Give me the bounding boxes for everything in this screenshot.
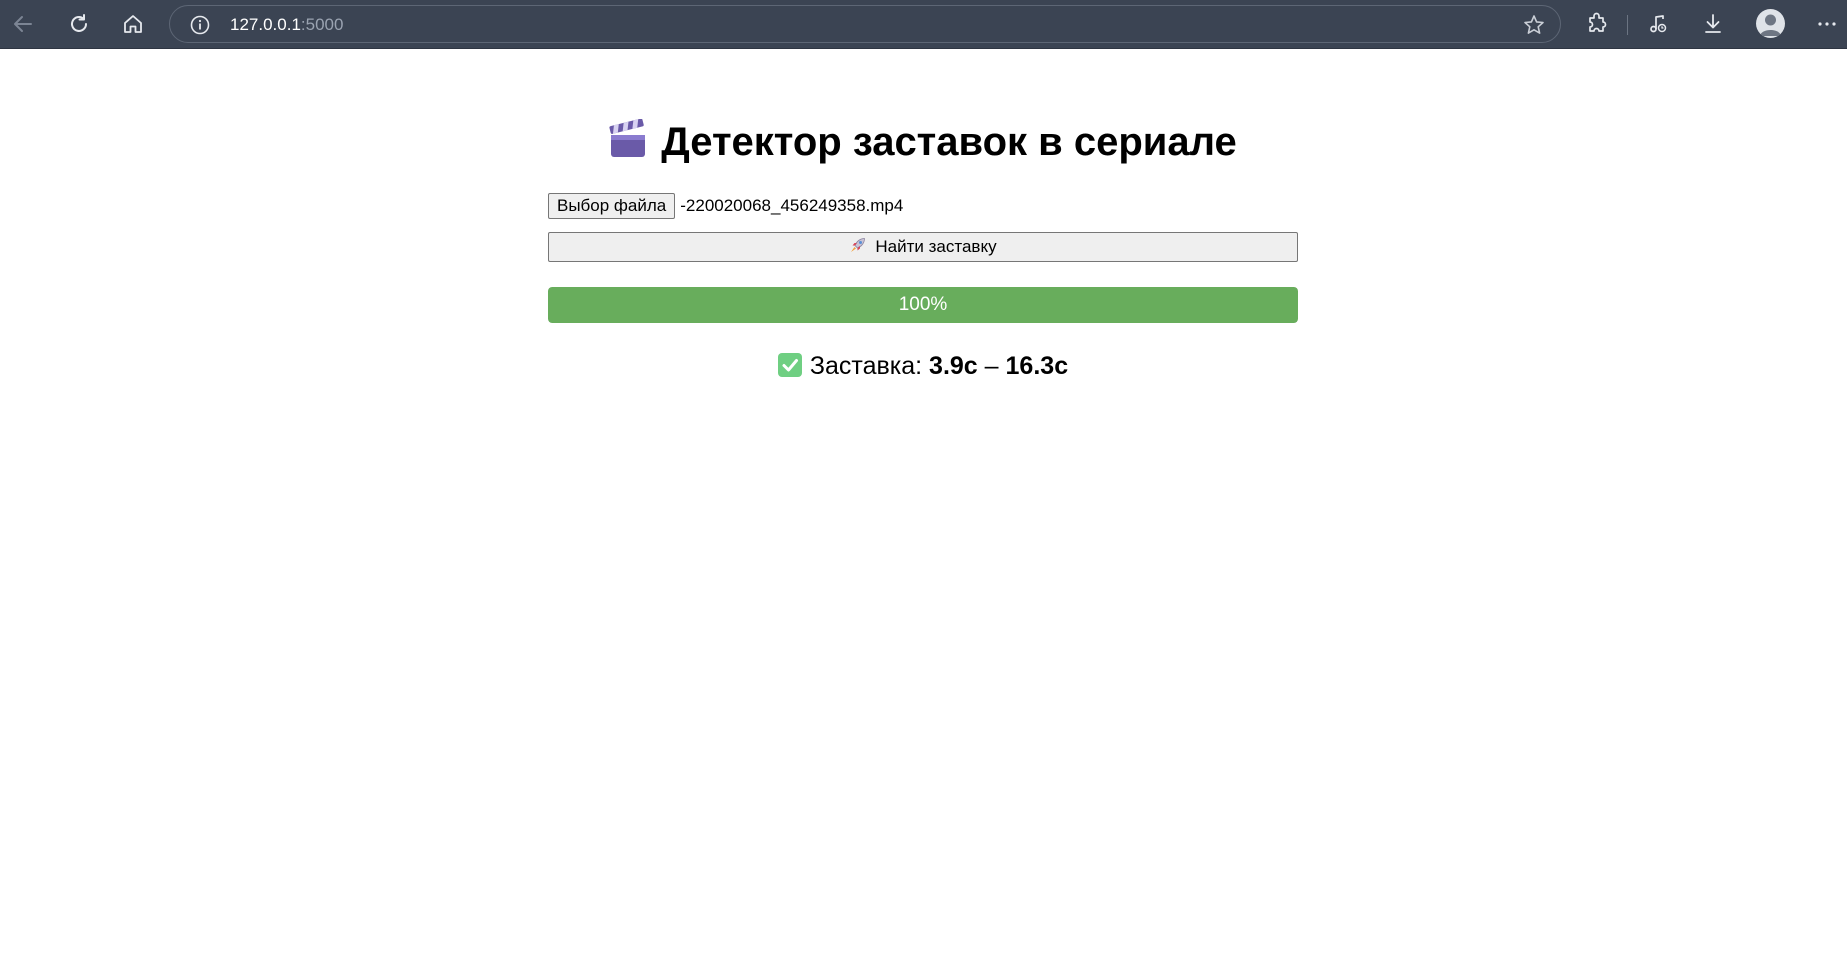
more-icon: [1818, 22, 1836, 26]
media-icon: [1650, 15, 1667, 33]
url-text[interactable]: 127.0.0.1:5000: [230, 16, 343, 34]
clapper-board-icon: [609, 118, 647, 169]
info-icon[interactable]: [189, 14, 211, 36]
find-intro-button-label: Найти заставку: [875, 237, 997, 256]
media-button[interactable]: [1641, 7, 1675, 41]
profile-icon: [1760, 14, 1781, 36]
progress-label: 100%: [898, 294, 948, 315]
progress-bar: 100%: [548, 287, 1298, 323]
page-title: Детектор заставок в сериале: [548, 118, 1298, 169]
selected-file-name: -220020068_456249358.mp4: [680, 196, 904, 215]
intro-start-time: 3.9с: [929, 352, 978, 380]
result-separator: –: [984, 352, 999, 380]
back-button[interactable]: [6, 7, 40, 41]
rocket-icon: [849, 236, 867, 259]
result-text: Заставка: 3.9с – 16.3с: [548, 351, 1298, 381]
home-button[interactable]: [116, 7, 150, 41]
extensions-button[interactable]: [1580, 7, 1614, 41]
reload-button[interactable]: [62, 7, 96, 41]
download-icon: [1705, 14, 1721, 33]
browser-toolbar: 127.0.0.1:5000: [0, 0, 1847, 49]
page-title-text: Детектор заставок в сериале: [661, 120, 1237, 164]
file-input-row: Выбор файла -220020068_456249358.mp4: [548, 193, 903, 219]
url-port: :5000: [300, 15, 344, 34]
reload-icon: [71, 14, 87, 32]
home-icon: [124, 15, 142, 33]
profile-avatar[interactable]: [1756, 9, 1785, 38]
address-bar[interactable]: 127.0.0.1:5000: [169, 5, 1561, 43]
choose-file-button[interactable]: Выбор файла: [548, 193, 676, 219]
intro-end-time: 16.3с: [1005, 352, 1069, 380]
result-label: Заставка:: [809, 352, 923, 380]
toolbar-divider: [1627, 15, 1628, 35]
back-icon: [14, 16, 32, 32]
check-mark-icon: [777, 353, 802, 377]
downloads-button[interactable]: [1696, 7, 1730, 41]
extensions-icon: [1589, 12, 1607, 32]
more-button[interactable]: [1810, 7, 1844, 41]
find-intro-button[interactable]: Найти заставку: [548, 232, 1298, 262]
url-host: 127.0.0.1: [230, 15, 301, 34]
star-icon[interactable]: [1522, 13, 1546, 37]
